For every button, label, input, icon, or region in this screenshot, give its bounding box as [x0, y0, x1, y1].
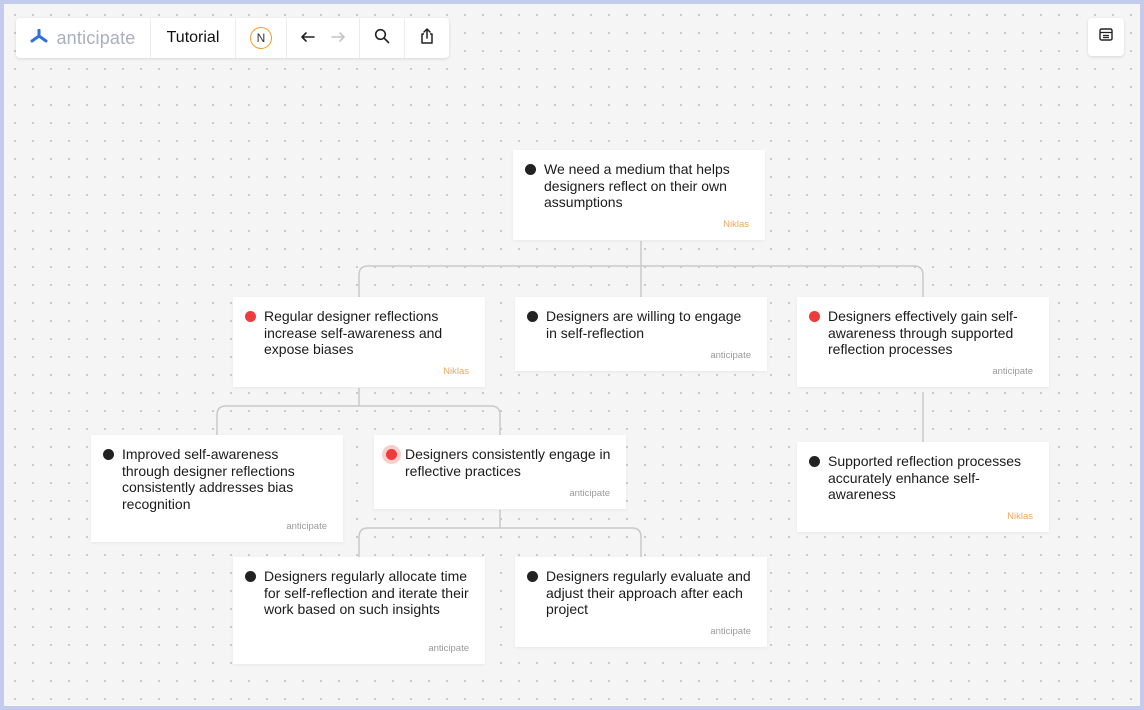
card-text: Designers regularly evaluate and adjust … — [546, 568, 751, 617]
search-button[interactable] — [360, 18, 405, 58]
card-text: Designers effectively gain self-awarenes… — [828, 308, 1018, 357]
panel-icon — [1099, 28, 1113, 46]
sidebar-toggle-button[interactable] — [1088, 18, 1124, 56]
card-author: Niklas — [1007, 511, 1033, 522]
card-supported[interactable]: Supported reflection processes accuratel… — [797, 442, 1049, 532]
marker-dot — [103, 449, 114, 460]
card-text: Supported reflection processes accuratel… — [828, 453, 1021, 502]
card-body: Designers effectively gain self-awarenes… — [809, 308, 1035, 358]
card-author: Niklas — [443, 366, 469, 377]
card-text: Designers consistently engage in reflect… — [405, 446, 611, 479]
card-text: Regular designer reflections increase se… — [264, 308, 443, 357]
card-author: anticipate — [569, 488, 610, 499]
marker-dot — [245, 311, 256, 322]
whiteboard-canvas[interactable]: anticipate Tutorial N We need a medium t… — [4, 4, 1140, 706]
marker-dot — [245, 571, 256, 582]
connector-reflections — [216, 388, 501, 435]
card-body: Supported reflection processes accuratel… — [809, 453, 1035, 503]
card-author: Niklas — [723, 219, 749, 230]
card-body: Designers regularly evaluate and adjust … — [527, 568, 753, 618]
card-text: We need a medium that helps designers re… — [544, 161, 730, 210]
marker-dot — [527, 571, 538, 582]
card-willing[interactable]: Designers are willing to engage in self-… — [515, 297, 767, 371]
card-author: anticipate — [992, 366, 1033, 377]
marker-dot — [525, 164, 536, 175]
redo-icon[interactable] — [330, 29, 346, 48]
card-body: Improved self-awareness through designer… — [103, 446, 329, 512]
card-body: Designers regularly allocate time for se… — [245, 568, 471, 618]
card-author: anticipate — [286, 521, 327, 532]
connector-root — [358, 241, 924, 297]
brand-name: anticipate — [56, 27, 136, 48]
card-evaluate[interactable]: Designers regularly evaluate and adjust … — [515, 557, 767, 647]
connector-consistently — [358, 510, 642, 557]
top-toolbar: anticipate Tutorial N — [16, 18, 449, 58]
card-author: anticipate — [710, 350, 751, 361]
card-text: Designers regularly allocate time for se… — [264, 568, 469, 617]
card-improved[interactable]: Improved self-awareness through designer… — [91, 435, 343, 542]
card-effectively[interactable]: Designers effectively gain self-awarenes… — [797, 297, 1049, 387]
card-body: Regular designer reflections increase se… — [245, 308, 471, 358]
card-author: anticipate — [428, 643, 469, 654]
marker-dot — [527, 311, 538, 322]
card-text: Designers are willing to engage in self-… — [546, 308, 742, 341]
card-consistently[interactable]: Designers consistently engage in reflect… — [374, 435, 626, 509]
card-allocate[interactable]: Designers regularly allocate time for se… — [233, 557, 485, 664]
undo-icon[interactable] — [300, 29, 316, 48]
search-icon — [374, 28, 390, 49]
card-root[interactable]: We need a medium that helps designers re… — [513, 150, 765, 240]
card-body: We need a medium that helps designers re… — [525, 161, 751, 211]
document-title[interactable]: Tutorial — [151, 18, 236, 58]
avatar: N — [250, 27, 272, 49]
marker-dot — [809, 456, 820, 467]
card-body: Designers consistently engage in reflect… — [386, 446, 612, 479]
card-body: Designers are willing to engage in self-… — [527, 308, 753, 341]
user-avatar-button[interactable]: N — [236, 18, 287, 58]
history-controls — [287, 18, 360, 58]
card-reflections[interactable]: Regular designer reflections increase se… — [233, 297, 485, 387]
card-text: Improved self-awareness through designer… — [122, 446, 295, 512]
marker-dot-highlighted[interactable] — [386, 449, 397, 460]
share-button[interactable] — [405, 18, 449, 58]
logo-icon — [30, 28, 48, 48]
brand-logo[interactable]: anticipate — [16, 18, 151, 58]
share-icon — [419, 27, 435, 50]
marker-dot — [809, 311, 820, 322]
card-author: anticipate — [710, 626, 751, 637]
